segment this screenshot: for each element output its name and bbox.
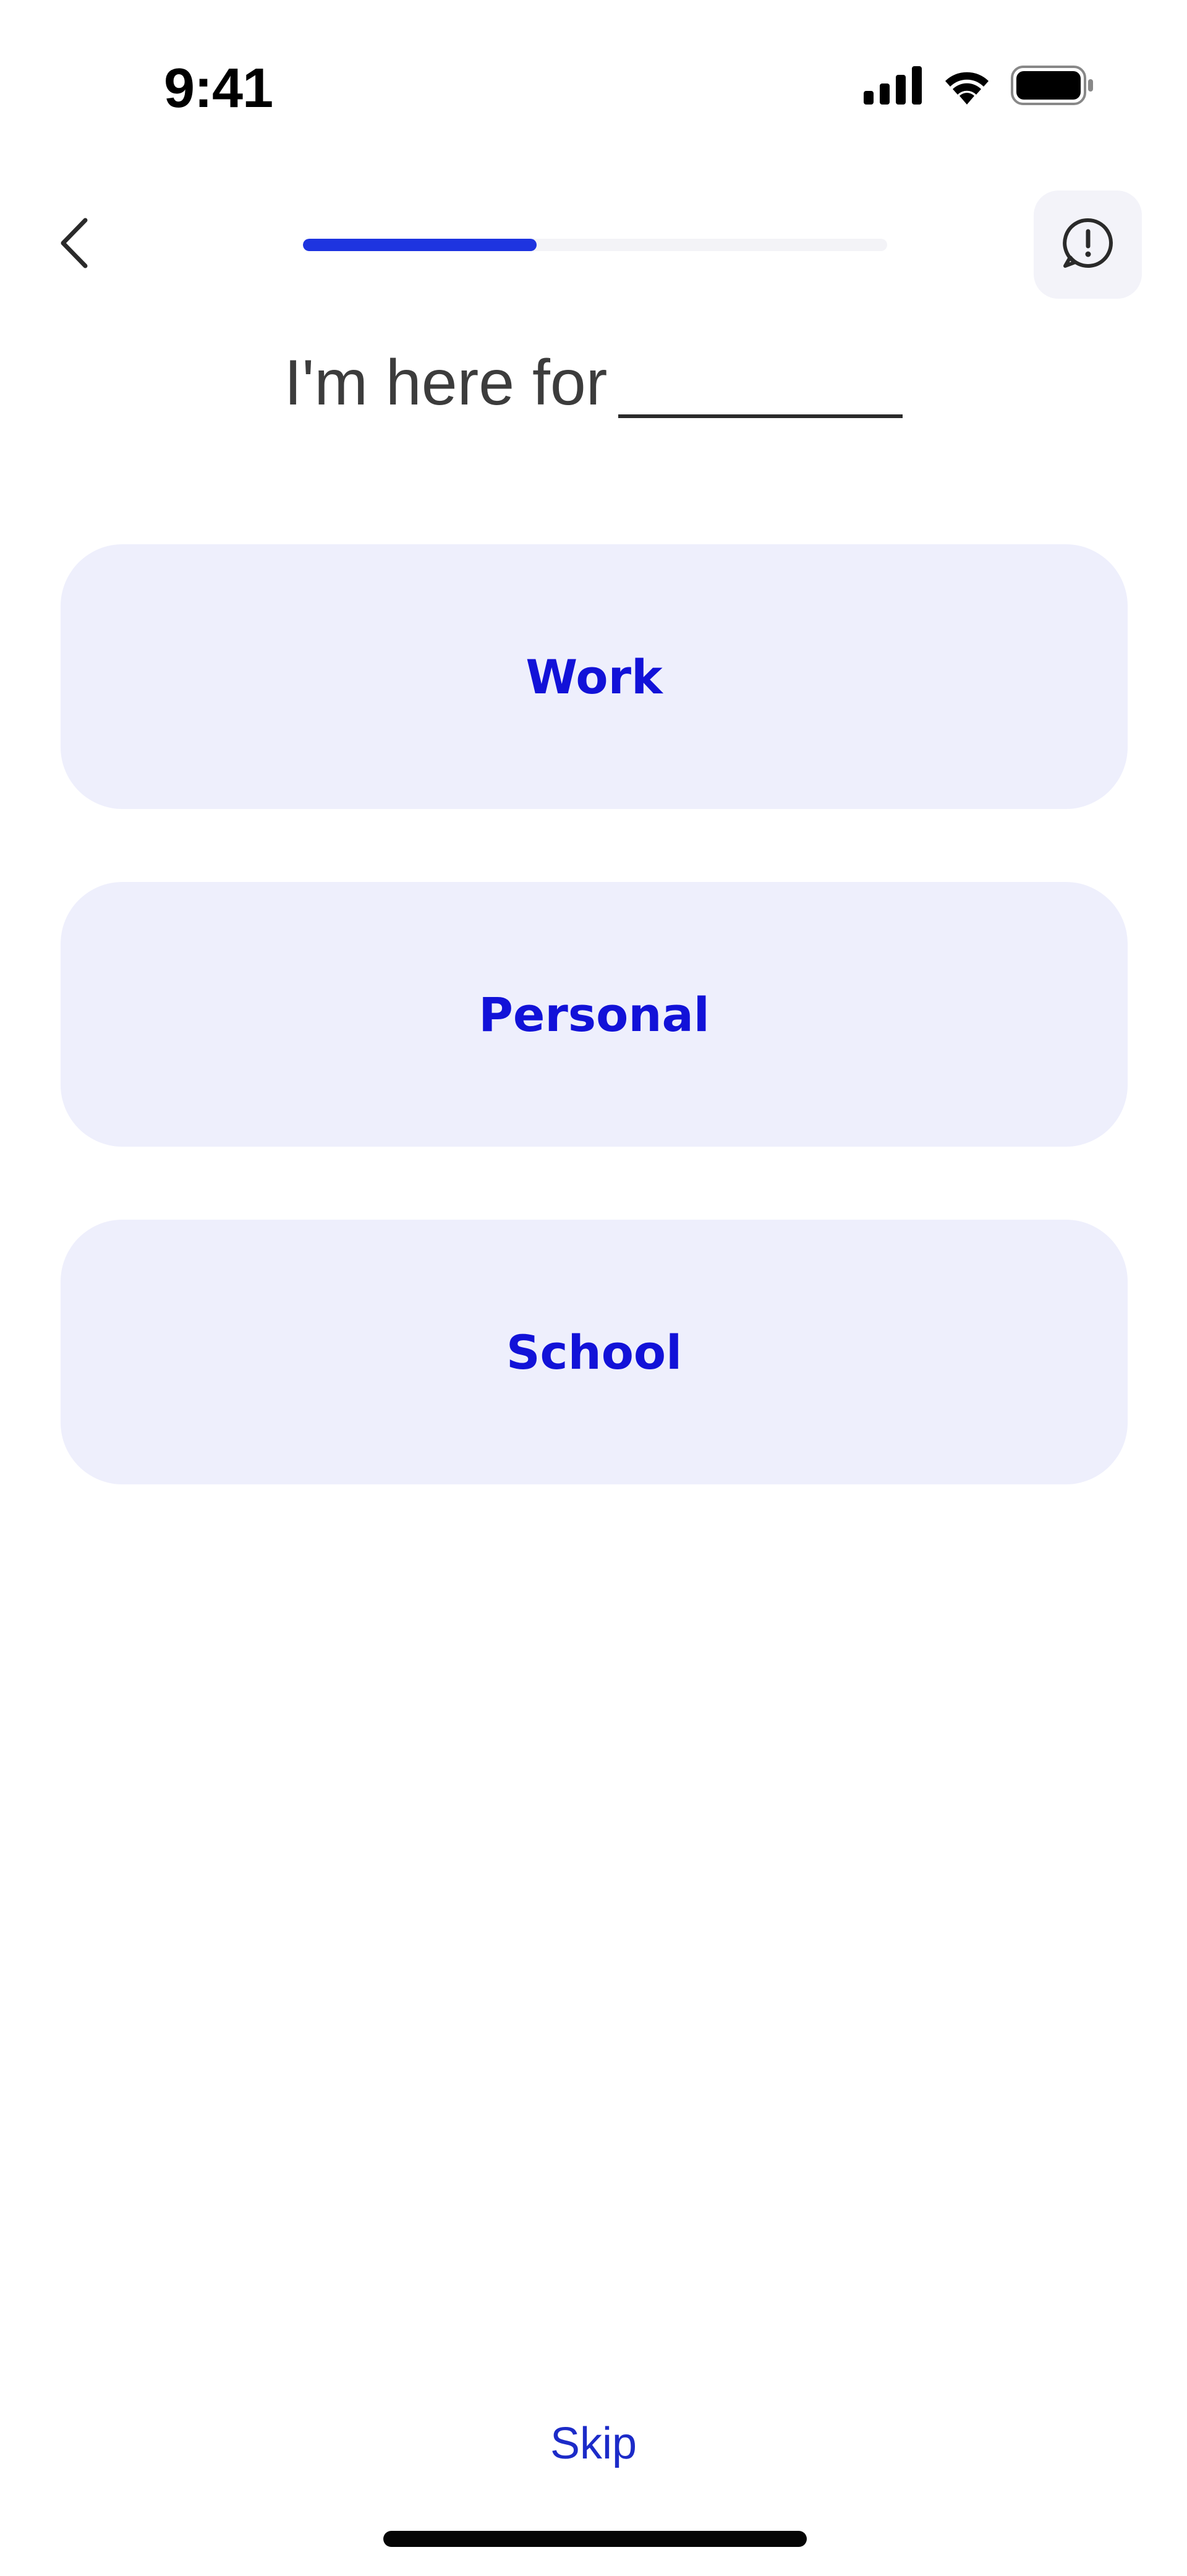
status-icons [864, 65, 1094, 108]
option-work-button[interactable]: Work [61, 544, 1128, 809]
alert-chat-icon [1060, 215, 1116, 274]
option-personal-button[interactable]: Personal [61, 882, 1128, 1147]
progress-bar-fill [303, 239, 537, 251]
home-indicator [383, 2531, 807, 2547]
status-time: 9:41 [164, 58, 273, 119]
question-blank [618, 414, 903, 418]
chevron-left-icon [56, 215, 93, 274]
option-label: Personal [479, 986, 710, 1042]
back-button[interactable] [43, 210, 105, 278]
report-button[interactable] [1034, 190, 1142, 299]
cellular-signal-icon [864, 66, 923, 108]
option-label: School [506, 1324, 683, 1380]
option-label: Work [525, 649, 663, 704]
wifi-icon [940, 66, 993, 108]
battery-icon [1011, 65, 1094, 108]
status-bar: 9:41 [0, 0, 1187, 161]
question-heading: I'm here for [0, 346, 1187, 420]
skip-button[interactable]: Skip [0, 2418, 1187, 2469]
option-school-button[interactable]: School [61, 1220, 1128, 1484]
question-text: I'm here for [284, 347, 608, 419]
progress-bar [303, 239, 887, 251]
